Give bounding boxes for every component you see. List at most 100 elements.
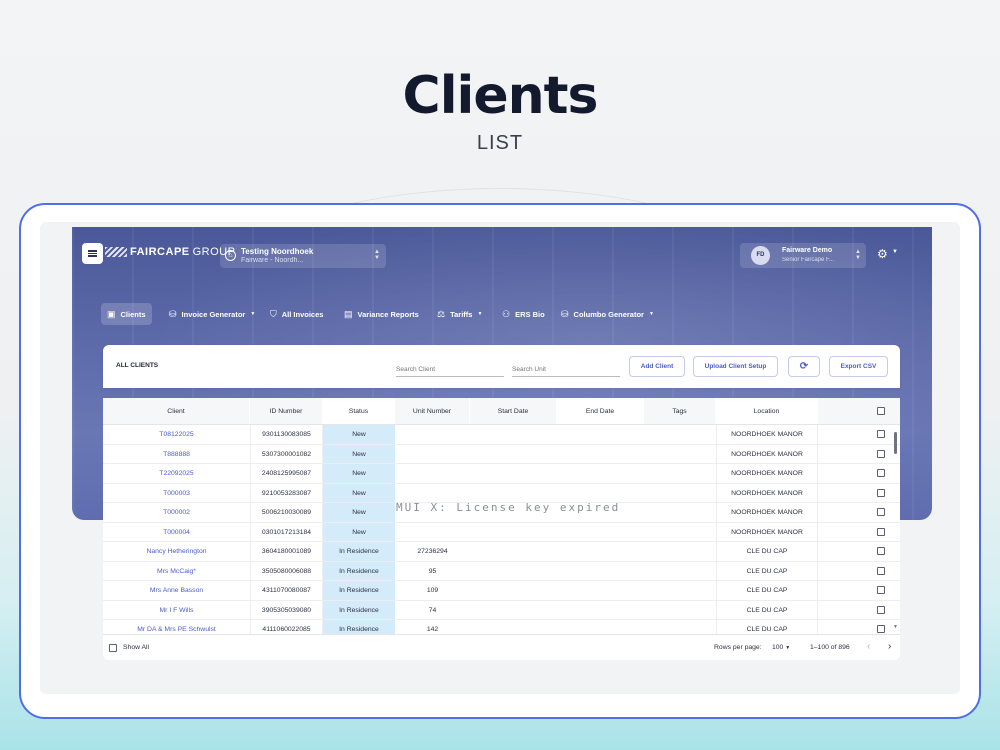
cell-tags (644, 523, 716, 542)
column-header-client[interactable]: Client (103, 398, 250, 424)
previous-page-button[interactable]: ‹ (867, 641, 870, 652)
upload-client-setup-button[interactable]: Upload Client Setup (693, 356, 778, 377)
table-row[interactable]: Nancy Hetherington 3604180001089 In Reside… (103, 542, 900, 562)
cell-unit: 74 (428, 606, 437, 614)
row-checkbox[interactable] (877, 449, 885, 458)
nav-item-columbo-generator[interactable]: ⛁ Columbo Generator ▼ (555, 303, 660, 325)
table-row[interactable]: T000004 0301017213184 New NOORDHOEK MANOR (103, 522, 900, 542)
menu-button[interactable] (82, 243, 103, 264)
pagination-range: 1–100 of 896 (810, 644, 850, 651)
license-watermark: MUI X: License key expired (396, 501, 621, 514)
scroll-down-icon[interactable]: ▼ (893, 624, 898, 630)
column-header-status[interactable]: Status (323, 398, 395, 424)
row-checkbox[interactable] (877, 508, 885, 516)
column-header-start-date[interactable]: Start Date (470, 398, 557, 424)
column-header-unit-number[interactable]: Unit Number (395, 398, 470, 424)
show-all-checkbox[interactable] (109, 644, 117, 652)
column-header-end-date[interactable]: End Date (557, 398, 644, 424)
row-checkbox[interactable] (877, 605, 885, 614)
cell-client[interactable]: Mrs McCaig* (103, 562, 250, 581)
cell-end (557, 484, 644, 503)
cell-status: New (323, 522, 395, 541)
workspace-selector[interactable]: ⌂ Testing Noordhoek Fairware - Noordh...… (220, 244, 386, 268)
add-client-button[interactable]: Add Client (629, 356, 685, 377)
nav-item-label: ERS Bio (515, 309, 545, 319)
cell-tags (644, 562, 716, 581)
cell-location: NOORDHOEK MANOR (716, 444, 818, 463)
table-row[interactable]: T22092025 2408125995087 New NOORDHOEK MANOR (103, 464, 900, 484)
row-checkbox[interactable] (877, 586, 885, 594)
gear-icon[interactable]: ⚙ (877, 247, 888, 261)
cell-start (470, 464, 557, 483)
invoice-icon: ⛁ (169, 308, 177, 319)
shield-icon: ⛉ (270, 308, 277, 319)
chevron-down-icon[interactable]: ▼ (892, 249, 898, 255)
select-all-checkbox[interactable] (877, 407, 885, 415)
nav-item-invoice-generator[interactable]: ⛁ Invoice Generator ▼ (163, 303, 261, 325)
show-all-label: Show All (123, 644, 150, 651)
cell-client[interactable]: Nancy Hetherington (103, 542, 250, 561)
cell-id: 4311070080087 (250, 581, 323, 600)
table-row[interactable]: T08122025 9301130083085 New NOORDHOEK MANOR (103, 425, 900, 445)
cell-client[interactable]: T08122025 (103, 425, 250, 444)
cell-client[interactable]: Mr I F Wills (103, 601, 250, 620)
cell-client[interactable]: T000004 (103, 523, 250, 542)
page-hero-subtitle: LIST (476, 132, 524, 154)
nav-item-clients[interactable]: ▣ Clients (101, 303, 152, 325)
nav-item-ers-bio[interactable]: ⚇ ERS Bio (496, 303, 551, 325)
table-footer: Show All Rows per page: 100 ▼ 1–100 of 8… (103, 634, 900, 660)
nav-item-label: Clients (120, 309, 146, 319)
cell-status: In Residence (323, 561, 395, 580)
up-down-icon: ▲ ▼ (374, 249, 380, 261)
row-checkbox[interactable] (877, 625, 885, 633)
cell-status: New (323, 444, 395, 463)
cell-tags (644, 503, 716, 522)
user-menu[interactable]: FD Fairware Demo Senior Faircape F... ▲ ▼ (740, 243, 866, 268)
cell-unit (395, 445, 470, 464)
rows-per-page-select[interactable]: 100 ▼ (772, 644, 790, 651)
row-checkbox[interactable] (877, 469, 885, 477)
rows-per-page-value: 100 (772, 644, 784, 651)
cell-status: New (323, 483, 395, 502)
row-checkbox[interactable] (877, 488, 885, 497)
nav-item-variance-reports[interactable]: ▤ Variance Reports (338, 303, 425, 325)
column-header-id-number[interactable]: ID Number (250, 398, 323, 424)
nav-item-tariffs[interactable]: ⚖ Tariffs ▼ (431, 303, 488, 325)
next-page-button[interactable]: › (888, 641, 891, 652)
cell-client[interactable]: T22092025 (103, 464, 250, 483)
cell-status: New (323, 503, 395, 522)
location-icon: ⌂ (225, 250, 236, 261)
cell-location: CLE DU CAP (716, 581, 818, 600)
row-checkbox[interactable] (877, 430, 885, 438)
rows-per-page-label: Rows per page: (714, 644, 762, 651)
row-checkbox[interactable] (877, 547, 885, 555)
column-header-tags[interactable]: Tags (644, 398, 716, 424)
cell-tags (644, 581, 716, 600)
cell-end (557, 601, 644, 620)
clients-toolbar: ALL CLIENTS Add Client Upload Client Set… (103, 345, 900, 388)
table-header-row: Client ID Number Status Unit Number Start Da… (103, 398, 900, 425)
bio-icon: ⚇ (502, 308, 511, 319)
search-unit-input[interactable] (512, 362, 620, 377)
cell-client[interactable]: T888888 (103, 445, 250, 464)
export-csv-button[interactable]: Export CSV (829, 356, 888, 377)
nav-item-all-invoices[interactable]: ⛉ All Invoices (264, 303, 329, 325)
row-checkbox[interactable] (877, 566, 885, 575)
table-row[interactable]: T888888 5307300001082 New NOORDHOEK MANOR (103, 444, 900, 464)
table-scrollbar[interactable]: ▼ (893, 428, 899, 633)
cell-start (470, 484, 557, 503)
cell-id: 5006210030089 (250, 503, 323, 522)
cell-client[interactable]: T000002 (103, 503, 250, 522)
search-client-input[interactable] (396, 362, 504, 377)
scrollbar-thumb[interactable] (894, 432, 897, 454)
cell-unit (395, 523, 470, 542)
cell-client[interactable]: T000003 (103, 484, 250, 503)
table-row[interactable]: Mr I F Wills 3905305039080 In Residence 74 C… (103, 600, 900, 620)
column-header-location[interactable]: Location (716, 398, 818, 424)
row-checkbox[interactable] (877, 527, 885, 536)
table-row[interactable]: Mrs McCaig* 3505080006088 In Residence 95 CL… (103, 561, 900, 581)
cell-client[interactable]: Mrs Anne Basson (103, 581, 250, 600)
table-row[interactable]: Mrs Anne Basson 4311070080087 In Residence… (103, 581, 900, 601)
cell-end (557, 464, 644, 483)
refresh-button[interactable]: ⟳ (788, 356, 820, 377)
